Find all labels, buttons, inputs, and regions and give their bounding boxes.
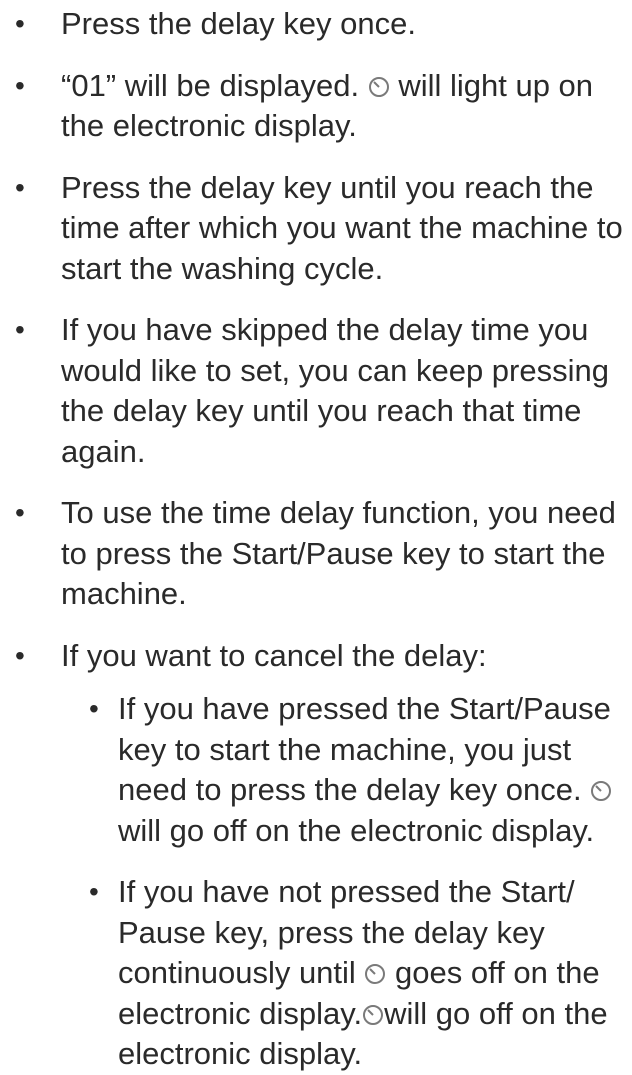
sub-list-item: • If you have not pressed the Start/ Pau… xyxy=(89,872,632,1075)
delay-clock-icon xyxy=(590,780,612,802)
delay-clock-icon xyxy=(362,1004,384,1026)
sub-item-text-after: will go off on the electronic display. xyxy=(118,812,595,848)
list-item: • Press the delay key until you reach th… xyxy=(0,168,632,290)
item-text-before: “01” will be displayed. xyxy=(61,67,368,103)
sub-item-text-before: If you have pressed the Start/Pause key … xyxy=(118,691,611,807)
bullet-list: • Press the delay key once. • “01” will … xyxy=(0,4,632,676)
bullet: • xyxy=(15,314,25,345)
bullet: • xyxy=(15,639,25,671)
bullet: • xyxy=(89,693,99,724)
list-item: • To use the time delay function, you ne… xyxy=(0,493,632,615)
item-text: If you have skipped the delay time you w… xyxy=(61,312,609,469)
sub-list-item: • If you have pressed the Start/Pause ke… xyxy=(89,689,632,851)
list-item: • If you want to cancel the delay: xyxy=(0,636,632,677)
item-text: To use the time delay function, you need… xyxy=(61,495,616,611)
delay-clock-icon xyxy=(364,963,386,985)
instruction-list-document: • Press the delay key once. • “01” will … xyxy=(0,0,632,1075)
delay-clock-icon xyxy=(368,76,390,98)
bullet: • xyxy=(89,876,99,907)
list-item: • If you have skipped the delay time you… xyxy=(0,310,632,472)
list-item: • Press the delay key once. xyxy=(0,4,632,45)
item-text: If you want to cancel the delay: xyxy=(61,637,487,673)
bullet: • xyxy=(15,171,25,203)
item-text: Press the delay key until you reach the … xyxy=(61,169,623,286)
bullet: • xyxy=(15,497,25,528)
list-item: • “01” will be displayed. will light up … xyxy=(0,66,632,147)
sub-bullet-list: • If you have pressed the Start/Pause ke… xyxy=(0,689,632,1075)
item-text: Press the delay key once. xyxy=(61,6,416,41)
bullet: • xyxy=(15,8,25,39)
bullet: • xyxy=(15,69,25,101)
